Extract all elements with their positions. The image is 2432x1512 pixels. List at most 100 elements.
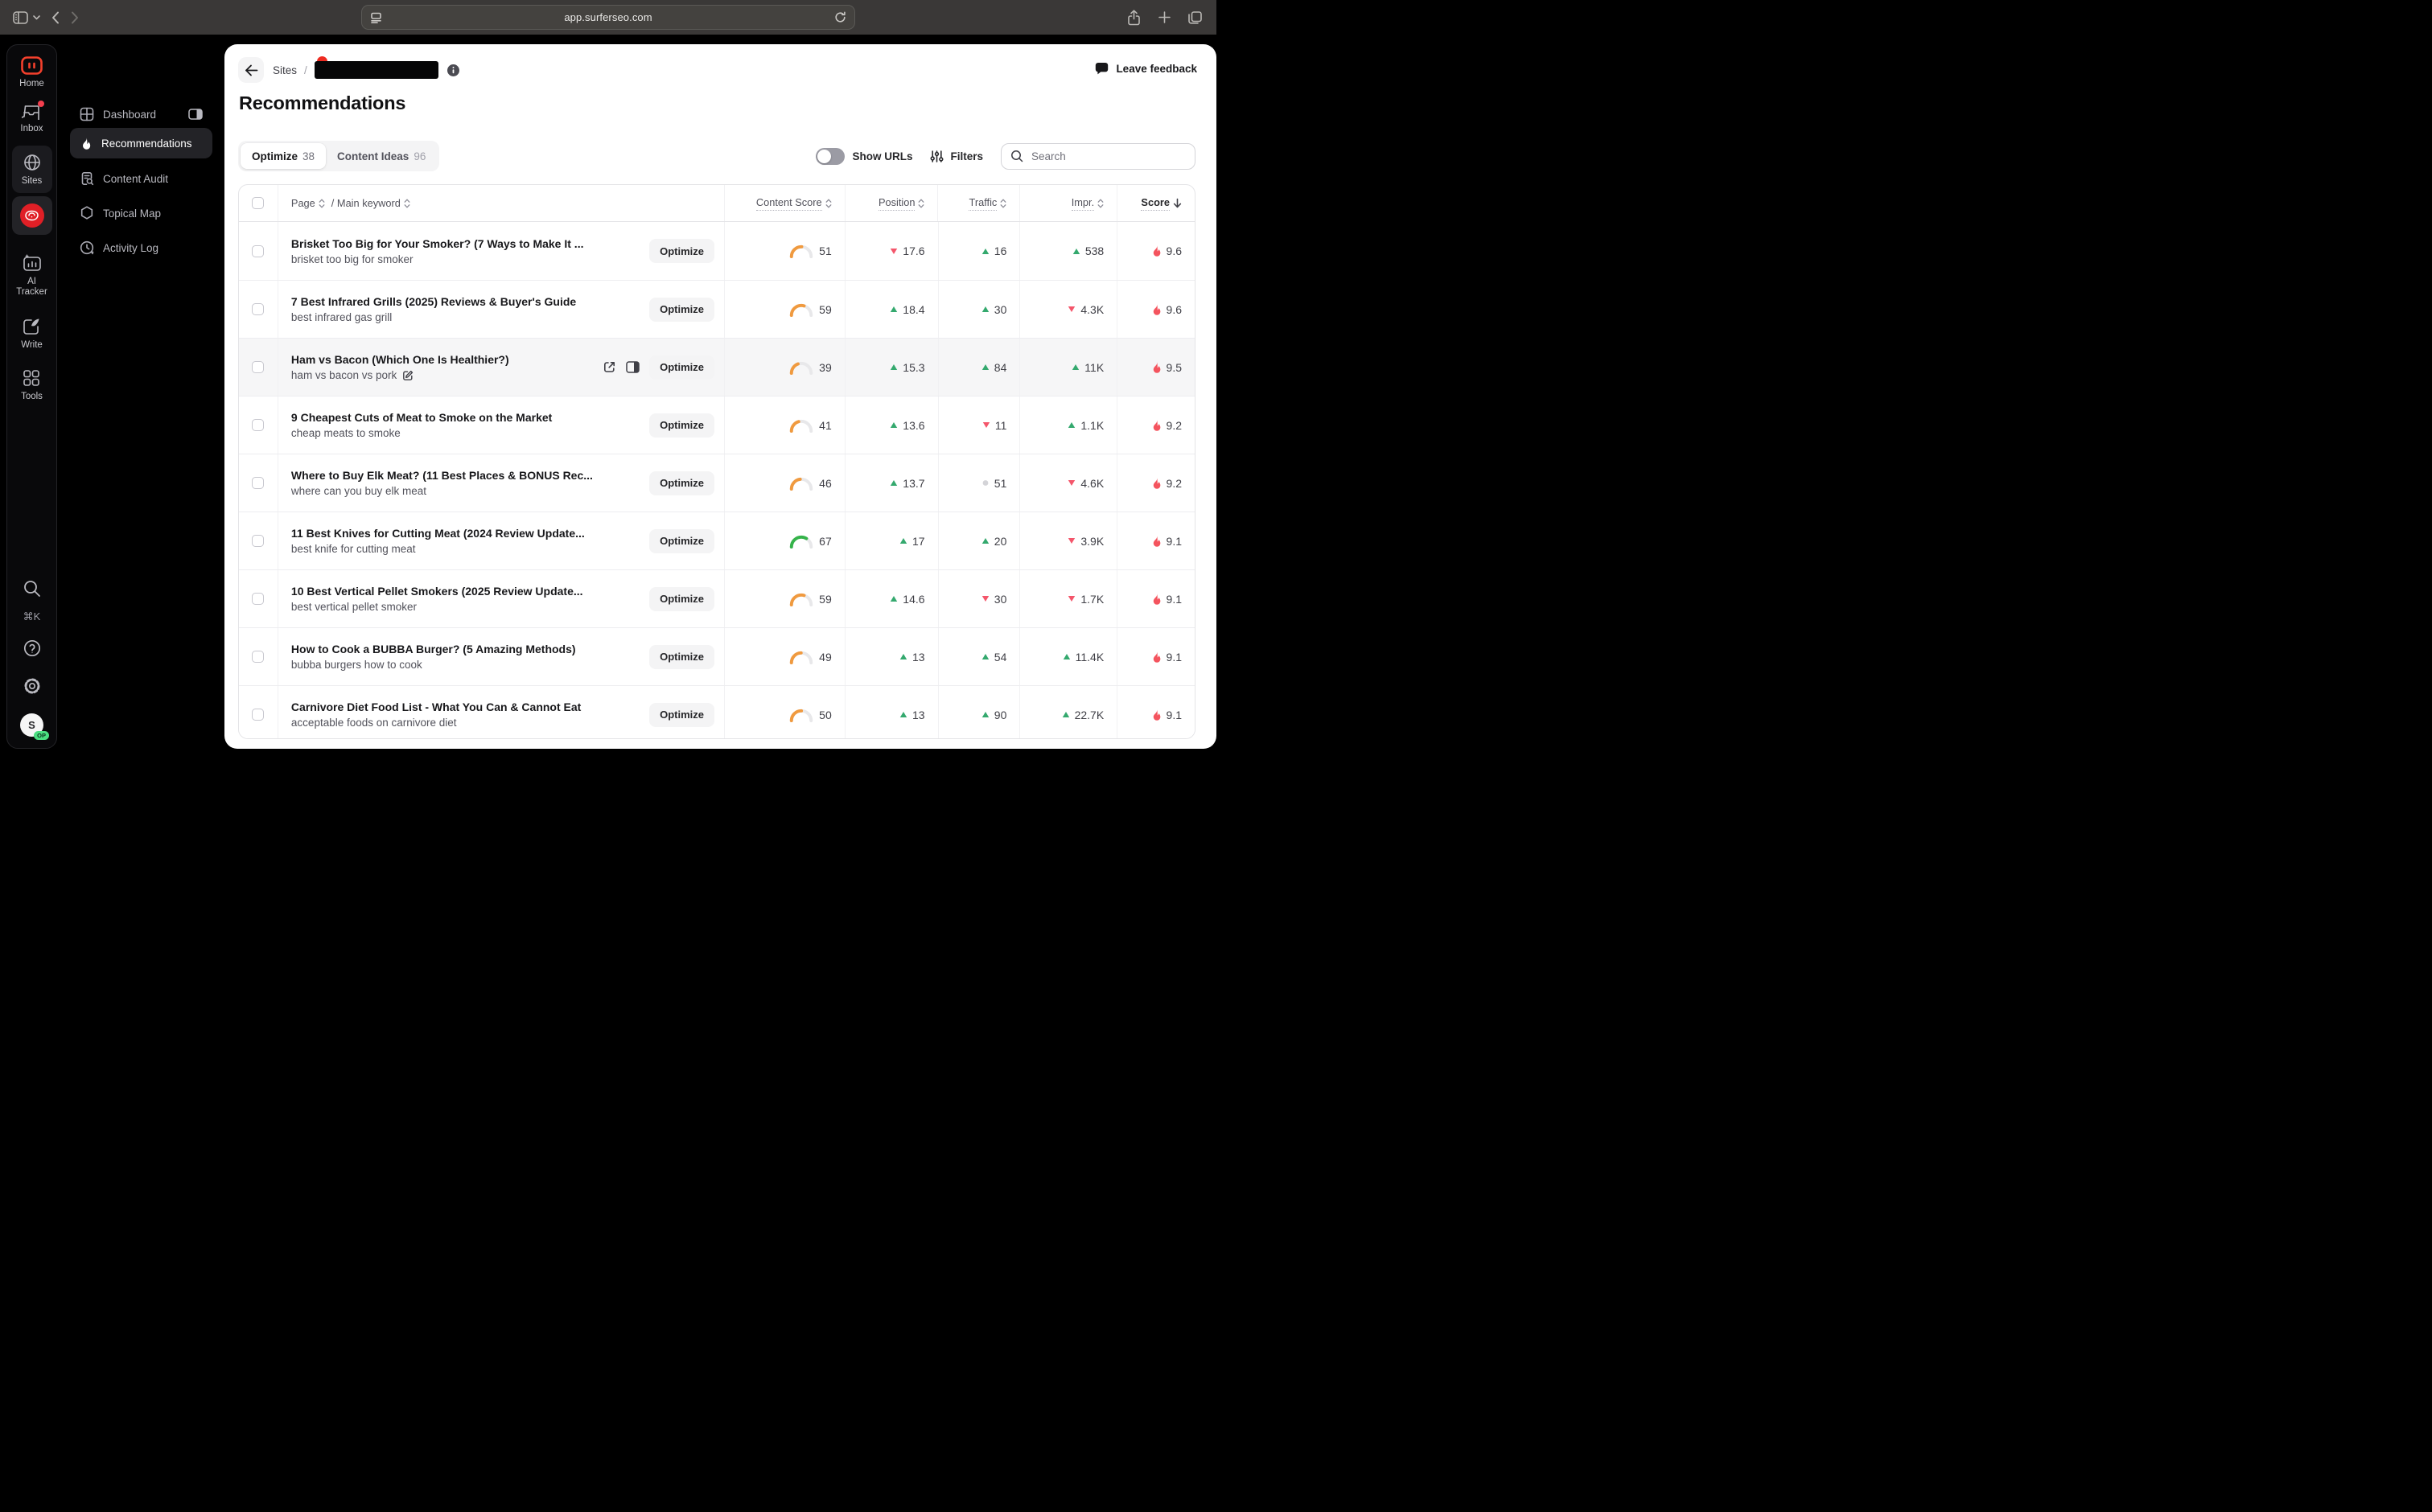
table-row[interactable]: Ham vs Bacon (Which One Is Healthier?) h… — [239, 338, 1195, 396]
browser-sidebar-icon[interactable] — [13, 10, 28, 24]
browser-forward-icon[interactable] — [71, 11, 79, 24]
page-title-cell[interactable]: Where to Buy Elk Meat? (11 Best Places &… — [291, 469, 593, 482]
page-title-cell[interactable]: 10 Best Vertical Pellet Smokers (2025 Re… — [291, 585, 583, 598]
row-checkbox[interactable] — [252, 361, 265, 373]
optimize-button[interactable]: Optimize — [649, 528, 714, 553]
row-checkbox[interactable] — [252, 303, 265, 315]
impressions-cell: 1.7K — [1020, 593, 1117, 606]
traffic-cell: 16 — [939, 244, 1020, 257]
col-header-score[interactable]: Score — [1141, 196, 1182, 211]
share-icon[interactable] — [1127, 9, 1141, 26]
rail-item-current-site[interactable] — [11, 196, 52, 235]
rail-item-tools[interactable]: Tools — [21, 368, 43, 402]
rail-label-sites: Sites — [21, 176, 43, 186]
row-checkbox[interactable] — [252, 651, 265, 663]
traffic-cell: 30 — [939, 303, 1020, 316]
traffic-cell: 11 — [939, 419, 1020, 432]
nav-item-dashboard[interactable]: Dashboard — [70, 101, 212, 128]
leave-feedback-button[interactable]: Leave feedback — [1095, 62, 1197, 75]
table-row[interactable]: How to Cook a BUBBA Burger? (5 Amazing M… — [239, 627, 1195, 685]
tab-optimize[interactable]: Optimize 38 — [241, 143, 327, 169]
page-title-cell[interactable]: Brisket Too Big for Your Smoker? (7 Ways… — [291, 237, 584, 250]
optimize-button[interactable]: Optimize — [649, 239, 714, 263]
page-title-cell[interactable]: Carnivore Diet Food List - What You Can … — [291, 701, 581, 713]
table-row[interactable]: 11 Best Knives for Cutting Meat (2024 Re… — [239, 512, 1195, 569]
collapse-panel-icon[interactable] — [188, 109, 203, 120]
optimize-button[interactable]: Optimize — [649, 586, 714, 611]
rail-item-write[interactable]: Write — [21, 317, 43, 351]
score-cell: 9.2 — [1117, 477, 1195, 490]
reload-icon[interactable] — [834, 11, 846, 23]
row-checkbox[interactable] — [252, 244, 265, 257]
col-header-content-score[interactable]: Content Score — [755, 196, 832, 211]
toolbar-caret-down-icon[interactable] — [33, 14, 40, 20]
table-row[interactable]: 9 Cheapest Cuts of Meat to Smoke on the … — [239, 396, 1195, 454]
help-icon[interactable] — [23, 639, 42, 658]
rail-search-icon[interactable] — [23, 579, 41, 598]
info-icon[interactable] — [446, 64, 459, 76]
settings-gear-icon[interactable] — [23, 676, 42, 696]
page-title-cell[interactable]: How to Cook a BUBBA Burger? (5 Amazing M… — [291, 643, 576, 655]
page-title-cell[interactable]: Ham vs Bacon (Which One Is Healthier?) — [291, 353, 509, 366]
flame-icon — [80, 137, 93, 150]
select-all-checkbox[interactable] — [252, 197, 265, 209]
search-input[interactable] — [1030, 149, 1186, 163]
address-bar[interactable]: app.surferseo.com — [361, 5, 855, 30]
show-urls-label: Show URLs — [852, 150, 913, 162]
optimize-button[interactable]: Optimize — [649, 644, 714, 669]
page-title-cell[interactable]: 7 Best Infrared Grills (2025) Reviews & … — [291, 295, 576, 308]
rail-item-ai-tracker[interactable]: AI Tracker — [13, 253, 51, 298]
row-checkbox[interactable] — [252, 535, 265, 547]
row-checkbox[interactable] — [252, 593, 265, 605]
col-header-page[interactable]: Page / Main keyword — [291, 197, 410, 209]
table-row[interactable]: Brisket Too Big for Your Smoker? (7 Ways… — [239, 222, 1195, 280]
row-checkbox[interactable] — [252, 419, 265, 431]
tab-content-ideas[interactable]: Content Ideas 96 — [326, 143, 437, 169]
impressions-cell: 11.4K — [1020, 651, 1117, 664]
open-page-external-icon[interactable] — [603, 360, 616, 374]
sort-updown-icon — [825, 199, 832, 208]
back-button[interactable] — [238, 57, 264, 83]
edit-keyword-icon[interactable] — [402, 370, 414, 381]
col-header-impressions[interactable]: Impr. — [1071, 196, 1104, 211]
nav-item-recommendations[interactable]: Recommendations — [70, 128, 212, 158]
main-keyword-cell: best vertical pellet smoker — [290, 601, 417, 613]
optimize-button[interactable]: Optimize — [649, 702, 714, 727]
reader-icon[interactable] — [370, 12, 382, 23]
row-checkbox[interactable] — [252, 477, 265, 489]
table-row[interactable]: 7 Best Infrared Grills (2025) Reviews & … — [239, 280, 1195, 338]
optimize-button[interactable]: Optimize — [649, 297, 714, 322]
row-checkbox[interactable] — [252, 709, 265, 721]
nav-item-topical-map[interactable]: Topical Map — [70, 199, 212, 227]
optimize-button[interactable]: Optimize — [649, 355, 714, 380]
nav-item-activity-log[interactable]: Activity Log — [70, 234, 212, 261]
new-tab-icon[interactable] — [1158, 11, 1171, 23]
browser-back-icon[interactable] — [51, 11, 60, 24]
optimize-button[interactable]: Optimize — [649, 470, 714, 495]
user-avatar[interactable]: S OP — [20, 713, 49, 740]
page-title-cell[interactable]: 11 Best Knives for Cutting Meat (2024 Re… — [291, 527, 585, 540]
col-header-position[interactable]: Position — [878, 196, 925, 211]
breadcrumb-sites[interactable]: Sites — [273, 64, 297, 76]
optimize-button[interactable]: Optimize — [649, 413, 714, 438]
avatar-initial: S — [28, 719, 35, 731]
rail-item-sites[interactable]: Sites — [11, 146, 52, 193]
position-cell: 13 — [846, 651, 938, 664]
show-urls-toggle[interactable] — [816, 147, 846, 165]
page-title-cell[interactable]: 9 Cheapest Cuts of Meat to Smoke on the … — [291, 411, 552, 424]
open-side-panel-icon[interactable] — [626, 361, 640, 373]
search-box[interactable] — [1001, 142, 1195, 170]
rail-item-inbox[interactable]: Inbox — [20, 89, 45, 134]
tab-overview-icon[interactable] — [1188, 10, 1202, 24]
rail-item-home[interactable]: Home — [19, 56, 44, 89]
nav-item-content-audit[interactable]: Content Audit — [70, 165, 212, 192]
table-row[interactable]: 10 Best Vertical Pellet Smokers (2025 Re… — [239, 569, 1195, 627]
col-header-traffic[interactable]: Traffic — [969, 196, 1006, 211]
filters-button[interactable]: Filters — [930, 150, 983, 163]
table-row[interactable]: Carnivore Diet Food List - What You Can … — [239, 685, 1195, 738]
score-cell: 9.2 — [1117, 419, 1195, 432]
nav-label-recommendations: Recommendations — [101, 137, 192, 150]
traffic-cell: 90 — [939, 709, 1020, 721]
page-title: Recommendations — [239, 92, 406, 113]
table-row[interactable]: Where to Buy Elk Meat? (11 Best Places &… — [239, 454, 1195, 512]
